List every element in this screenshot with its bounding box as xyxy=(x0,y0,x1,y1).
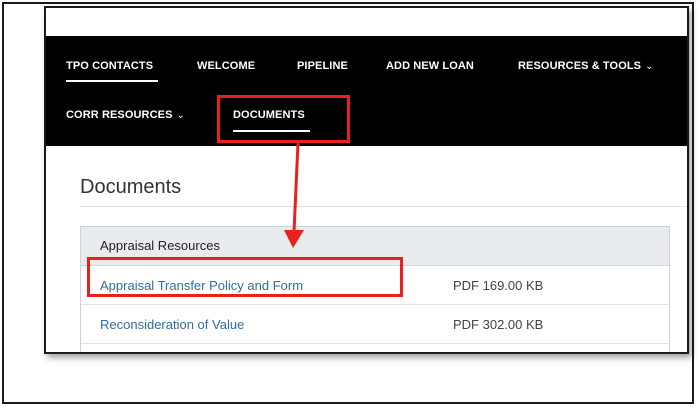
annotation-layer xyxy=(284,142,304,248)
arrow-head xyxy=(284,230,304,248)
arrow-down-icon xyxy=(284,142,304,248)
arrow-shaft xyxy=(292,142,300,233)
